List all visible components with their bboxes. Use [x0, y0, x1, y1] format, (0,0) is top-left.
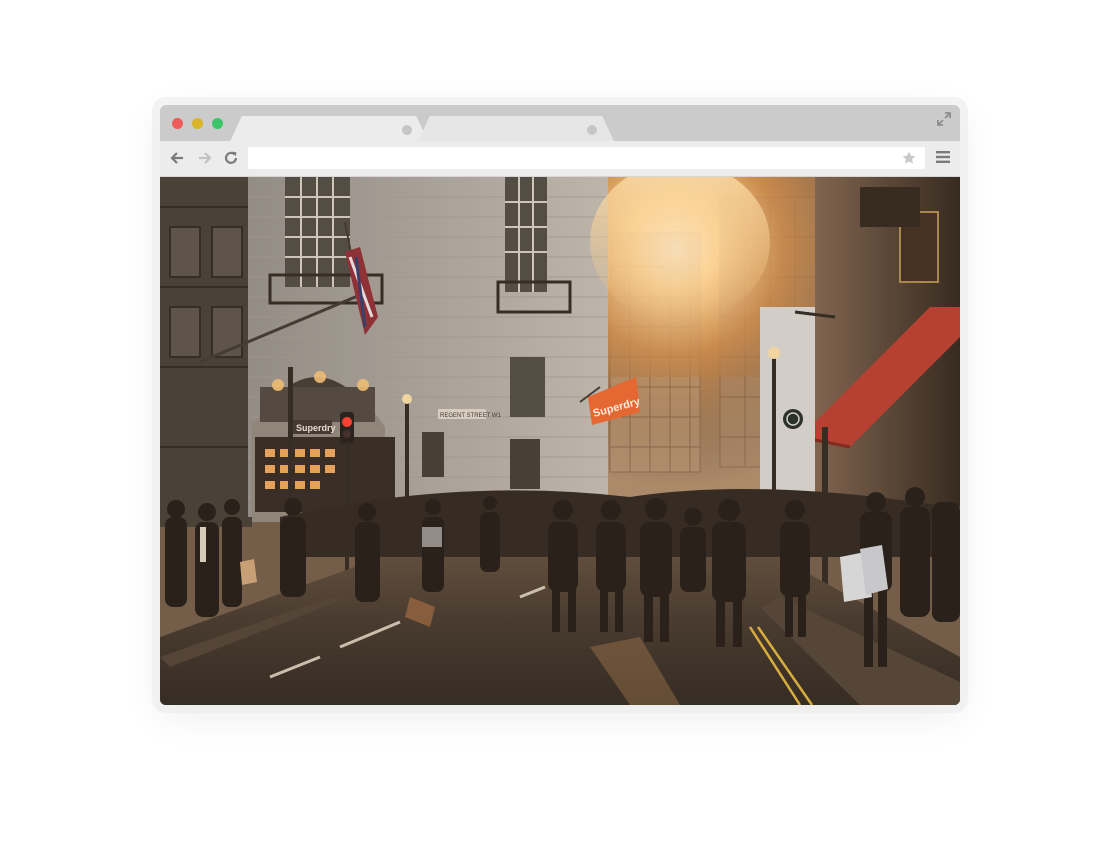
- back-arrow-icon[interactable]: [168, 149, 186, 167]
- star-icon[interactable]: [901, 150, 917, 166]
- tab-active[interactable]: [230, 116, 428, 141]
- page-viewport: Superdry REGENT STREET W1 Superdry: [160, 177, 960, 705]
- title-bar: [160, 105, 960, 141]
- reload-icon[interactable]: [222, 149, 240, 167]
- maximize-window-button[interactable]: [212, 118, 223, 129]
- minimize-window-button[interactable]: [192, 118, 203, 129]
- browser-toolbar: [160, 141, 960, 177]
- tab-close-icon[interactable]: [402, 125, 412, 135]
- forward-arrow-icon[interactable]: [196, 149, 214, 167]
- tab-inactive[interactable]: [418, 116, 614, 141]
- expand-icon[interactable]: [936, 111, 952, 127]
- street-photo: Superdry REGENT STREET W1 Superdry: [160, 177, 960, 705]
- close-window-button[interactable]: [172, 118, 183, 129]
- menu-icon[interactable]: [936, 150, 950, 164]
- tab-close-icon[interactable]: [587, 125, 597, 135]
- browser-window: Superdry REGENT STREET W1 Superdry: [160, 105, 960, 705]
- address-bar[interactable]: [248, 147, 925, 169]
